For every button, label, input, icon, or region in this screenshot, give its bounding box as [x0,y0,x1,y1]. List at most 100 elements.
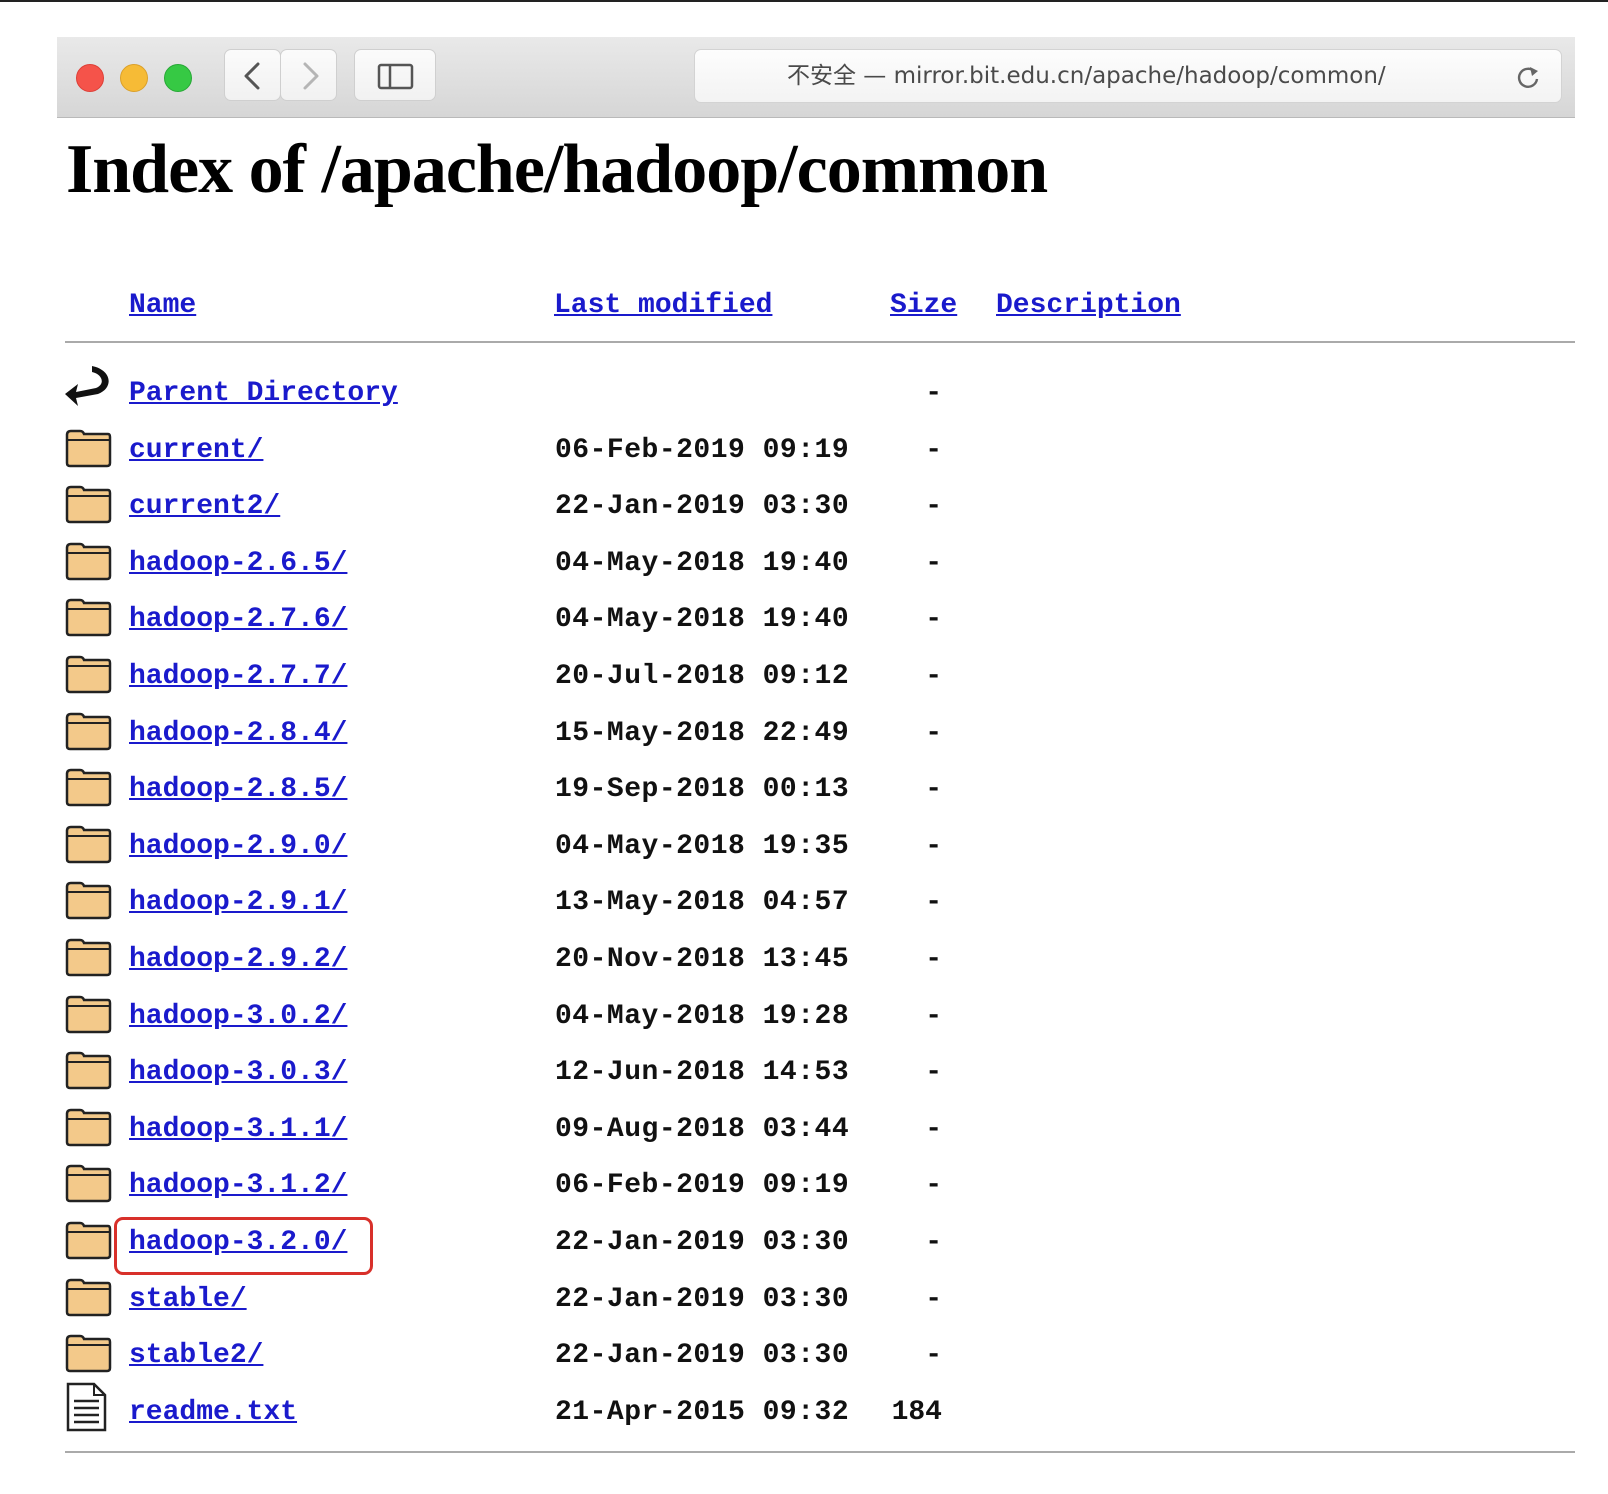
entry-date: 04-May-2018 19:40 [555,548,850,579]
entry-date: 13-May-2018 04:57 [555,887,850,918]
entry-date: 09-Aug-2018 03:44 [555,1114,850,1145]
entry-date: 04-May-2018 19:40 [555,604,850,635]
entry-size: - [925,1340,942,1371]
list-item: hadoop-2.9.0/04-May-2018 19:35 - [0,825,1608,881]
entry-size: - [925,1057,942,1088]
entry-size: - [925,1227,942,1258]
browser-toolbar: 不安全 — mirror.bit.edu.cn/apache/hadoop/co… [57,37,1575,118]
entry-size: - [925,1114,942,1145]
folder-icon [64,425,112,474]
entry-size: - [925,1001,942,1032]
address-text: 不安全 — mirror.bit.edu.cn/apache/hadoop/co… [787,63,1386,89]
entry-link[interactable]: hadoop-2.7.7/ [129,661,347,692]
minimize-window-button[interactable] [120,64,148,92]
entry-size: - [925,378,942,409]
entry-date: 15-May-2018 22:49 [555,718,850,749]
list-item: hadoop-3.0.2/04-May-2018 19:28 - [0,995,1608,1051]
entry-link[interactable]: hadoop-3.0.3/ [129,1057,347,1088]
column-header-last-modified[interactable]: Last modified [554,290,772,321]
entry-link[interactable]: stable2/ [129,1340,263,1371]
folder-icon [64,821,112,870]
list-item: stable/22-Jan-2019 03:30 - [0,1278,1608,1334]
list-item: hadoop-2.8.5/19-Sep-2018 00:13 - [0,768,1608,824]
entry-date: 06-Feb-2019 09:19 [555,435,850,466]
entry-size: - [925,774,942,805]
chevron-left-icon [244,62,260,90]
folder-icon [64,708,112,757]
entry-link[interactable]: hadoop-2.6.5/ [129,548,347,579]
entry-link[interactable]: hadoop-2.8.5/ [129,774,347,805]
list-item: hadoop-2.6.5/04-May-2018 19:40 - [0,542,1608,598]
folder-icon [64,1330,112,1379]
folder-icon [64,481,112,530]
entry-date: 22-Jan-2019 03:30 [555,1227,850,1258]
list-item: hadoop-3.1.2/06-Feb-2019 09:19 - [0,1164,1608,1220]
folder-icon [64,1047,112,1096]
list-item: hadoop-2.8.4/15-May-2018 22:49 - [0,712,1608,768]
close-window-button[interactable] [76,64,104,92]
text-file-icon [64,1381,108,1438]
back-button[interactable] [224,49,281,101]
entry-link[interactable]: hadoop-2.9.0/ [129,831,347,862]
list-item: current2/22-Jan-2019 03:30 - [0,485,1608,541]
chevron-right-icon [303,62,319,90]
column-header-name[interactable]: Name [129,290,196,321]
entry-size: - [925,944,942,975]
folder-icon [64,764,112,813]
entry-link[interactable]: hadoop-3.1.1/ [129,1114,347,1145]
column-header-description[interactable]: Description [996,290,1181,321]
entry-link[interactable]: hadoop-2.9.2/ [129,944,347,975]
list-item: hadoop-3.2.0/22-Jan-2019 03:30- [0,1217,1608,1277]
entry-size: - [925,661,942,692]
entry-size: - [925,1170,942,1201]
column-header-size[interactable]: Size [890,290,957,321]
sidebar-button[interactable] [354,49,436,101]
list-item: Parent Directory - [0,366,1608,428]
folder-icon [64,594,112,643]
list-item: hadoop-2.9.1/13-May-2018 04:57 - [0,881,1608,937]
entry-link[interactable]: current2/ [129,491,280,522]
reload-icon[interactable] [1513,62,1543,92]
entry-date: 20-Nov-2018 13:45 [555,944,850,975]
entry-link[interactable]: Parent Directory [129,378,398,409]
entry-link[interactable]: readme.txt [129,1397,297,1428]
entry-link[interactable]: hadoop-3.0.2/ [129,1001,347,1032]
list-item: hadoop-3.1.1/09-Aug-2018 03:44 - [0,1108,1608,1164]
entry-date: 06-Feb-2019 09:19 [555,1170,850,1201]
list-item: hadoop-3.0.3/12-Jun-2018 14:53 - [0,1051,1608,1107]
entry-date: 20-Jul-2018 09:12 [555,661,850,692]
list-item: stable2/22-Jan-2019 03:30 - [0,1334,1608,1390]
folder-icon [64,934,112,983]
entry-size: - [925,548,942,579]
entry-link[interactable]: hadoop-2.8.4/ [129,718,347,749]
sidebar-icon [377,63,414,90]
entry-date: 04-May-2018 19:35 [555,831,850,862]
folder-icon [64,1274,112,1323]
page-title: Index of /apache/hadoop/common [66,131,1048,208]
entry-link[interactable]: hadoop-2.9.1/ [129,887,347,918]
entry-size: - [925,604,942,635]
zoom-window-button[interactable] [164,64,192,92]
address-bar[interactable]: 不安全 — mirror.bit.edu.cn/apache/hadoop/co… [694,49,1562,103]
entry-date: 21-Apr-2015 09:32 [555,1397,850,1428]
top-border [0,0,1608,2]
entry-link[interactable]: hadoop-3.1.2/ [129,1170,347,1201]
entry-date: 22-Jan-2019 03:30 [555,1340,850,1371]
entry-size: 184 [891,1397,942,1428]
entry-size: - [925,1284,942,1315]
highlight-box [114,1217,373,1275]
header-divider [65,341,1575,343]
entry-link[interactable]: current/ [129,435,263,466]
footer-divider [65,1451,1575,1453]
entry-link[interactable]: stable/ [129,1284,247,1315]
folder-icon [64,1160,112,1209]
entry-size: - [925,887,942,918]
entry-date: 19-Sep-2018 00:13 [555,774,850,805]
folder-icon [64,651,112,700]
folder-icon [64,991,112,1040]
entry-date: 22-Jan-2019 03:30 [555,1284,850,1315]
entry-date: 04-May-2018 19:28 [555,1001,850,1032]
entry-link[interactable]: hadoop-2.7.6/ [129,604,347,635]
forward-button[interactable] [280,49,337,101]
back-arrow-icon [64,362,114,415]
